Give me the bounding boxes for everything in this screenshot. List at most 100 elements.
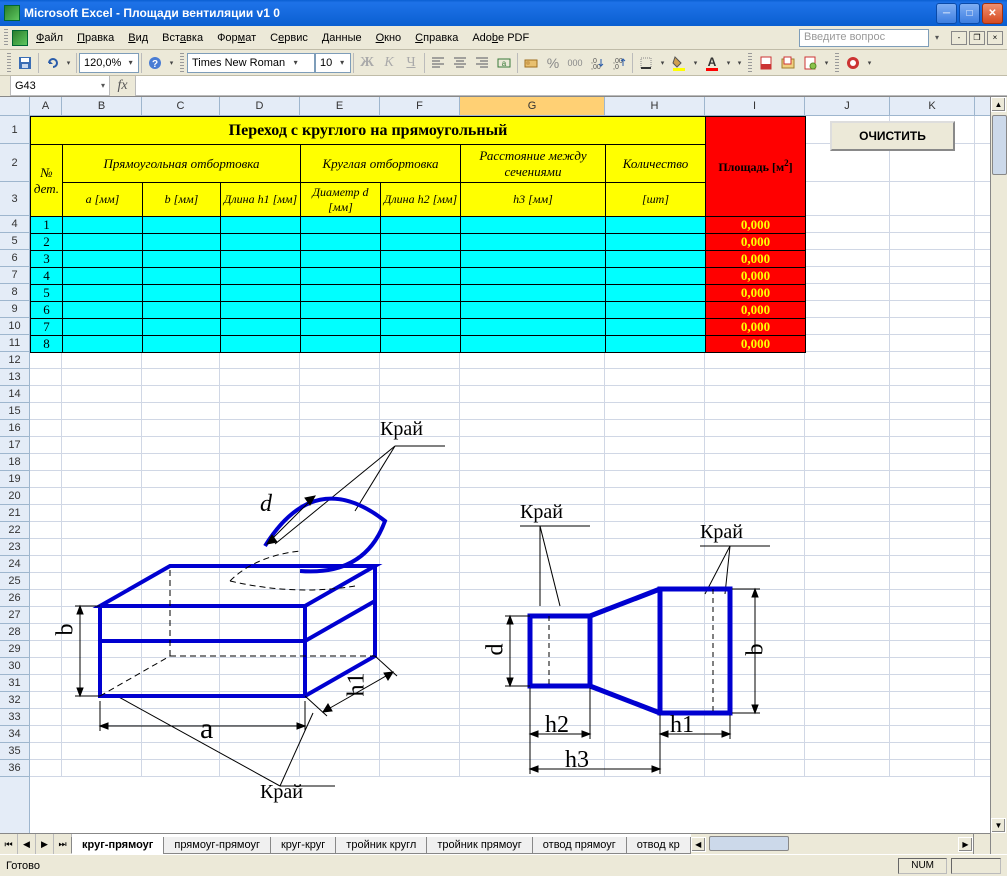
row-header-24[interactable]: 24 [0, 556, 29, 573]
menu-edit[interactable]: Правка [71, 30, 120, 46]
column-header-A[interactable]: A [30, 97, 62, 115]
row-header-26[interactable]: 26 [0, 590, 29, 607]
column-header-G[interactable]: G [460, 97, 605, 115]
row-header-19[interactable]: 19 [0, 471, 29, 488]
help-button[interactable]: ? [144, 52, 166, 74]
row-header-21[interactable]: 21 [0, 505, 29, 522]
menu-tools[interactable]: Сервис [264, 30, 314, 46]
pdf-review-button[interactable] [799, 52, 821, 74]
row-header-16[interactable]: 16 [0, 420, 29, 437]
pdf-convert-button[interactable] [755, 52, 777, 74]
decrease-decimal[interactable]: ,00,0 [608, 52, 630, 74]
toolbar-grip-4[interactable] [835, 53, 839, 73]
column-headers[interactable]: ABCDEFGHIJK [30, 97, 990, 116]
toolbar-grip[interactable] [4, 29, 8, 47]
column-header-C[interactable]: C [142, 97, 220, 115]
tab-next[interactable]: ▶ [36, 834, 54, 854]
sheet-tab-4[interactable]: тройник прямоуг [426, 837, 532, 854]
row-header-33[interactable]: 33 [0, 709, 29, 726]
fx-icon[interactable]: fx [110, 76, 136, 96]
close-button[interactable]: ✕ [982, 3, 1003, 24]
row-header-4[interactable]: 4 [0, 216, 29, 233]
row-header-20[interactable]: 20 [0, 488, 29, 505]
row-header-5[interactable]: 5 [0, 233, 29, 250]
row-header-36[interactable]: 36 [0, 760, 29, 777]
align-left[interactable] [427, 52, 449, 74]
toolbar-options-4[interactable]: ▾ [864, 52, 875, 74]
sheet-tab-2[interactable]: круг-круг [270, 837, 336, 854]
row-header-7[interactable]: 7 [0, 267, 29, 284]
row-header-25[interactable]: 25 [0, 573, 29, 590]
row-header-22[interactable]: 22 [0, 522, 29, 539]
name-box[interactable]: G43▾ [10, 76, 110, 96]
row-header-30[interactable]: 30 [0, 658, 29, 675]
currency-button[interactable] [520, 52, 542, 74]
doc-restore[interactable]: ❐ [969, 31, 985, 45]
increase-decimal[interactable]: ,0,00 [586, 52, 608, 74]
undo-button[interactable] [41, 52, 63, 74]
font-color-dropdown[interactable]: ▾ [723, 52, 734, 74]
row-header-17[interactable]: 17 [0, 437, 29, 454]
align-right[interactable] [471, 52, 493, 74]
row-header-28[interactable]: 28 [0, 624, 29, 641]
row-header-3[interactable]: 3 [0, 182, 29, 216]
menu-help[interactable]: Справка [409, 30, 464, 46]
maximize-button[interactable]: □ [959, 3, 980, 24]
row-header-29[interactable]: 29 [0, 641, 29, 658]
fill-color-button[interactable] [668, 52, 690, 74]
borders-dropdown[interactable]: ▾ [657, 52, 668, 74]
row-header-8[interactable]: 8 [0, 284, 29, 301]
row-header-23[interactable]: 23 [0, 539, 29, 556]
row-header-11[interactable]: 11 [0, 335, 29, 352]
select-all-corner[interactable] [0, 97, 30, 116]
sheet-tab-1[interactable]: прямоуг-прямоуг [163, 837, 271, 854]
ask-dropdown[interactable]: ▾ [931, 33, 943, 42]
font-size-combo[interactable]: 10▾ [315, 53, 351, 73]
pdf-email-button[interactable] [777, 52, 799, 74]
bold-button[interactable]: Ж [356, 52, 378, 74]
menu-file[interactable]: Файл [30, 30, 69, 46]
row-header-27[interactable]: 27 [0, 607, 29, 624]
row-headers[interactable]: 1234567891011121314151617181920212223242… [0, 116, 30, 833]
column-header-H[interactable]: H [605, 97, 705, 115]
toolbar-grip-3[interactable] [748, 53, 752, 73]
row-header-2[interactable]: 2 [0, 144, 29, 182]
snagit-button[interactable] [842, 52, 864, 74]
undo-dropdown[interactable]: ▾ [63, 52, 74, 74]
horizontal-scrollbar[interactable]: ◀ ▶ [691, 834, 973, 854]
vertical-scrollbar[interactable]: ▲ ▼ [990, 97, 1007, 854]
toolbar-options-3[interactable]: ▾ [821, 52, 832, 74]
formula-input[interactable] [136, 76, 1007, 96]
minimize-button[interactable]: ─ [936, 3, 957, 24]
italic-button[interactable]: К [378, 52, 400, 74]
borders-button[interactable] [635, 52, 657, 74]
row-header-13[interactable]: 13 [0, 369, 29, 386]
column-header-I[interactable]: I [705, 97, 805, 115]
row-header-32[interactable]: 32 [0, 692, 29, 709]
row-header-18[interactable]: 18 [0, 454, 29, 471]
save-button[interactable] [14, 52, 36, 74]
column-header-J[interactable]: J [805, 97, 890, 115]
row-header-35[interactable]: 35 [0, 743, 29, 760]
row-header-15[interactable]: 15 [0, 403, 29, 420]
menu-data[interactable]: Данные [316, 30, 368, 46]
sheet-tab-0[interactable]: круг-прямоуг [71, 837, 164, 854]
fill-dropdown[interactable]: ▾ [690, 52, 701, 74]
column-header-F[interactable]: F [380, 97, 460, 115]
menu-format[interactable]: Формат [211, 30, 262, 46]
menu-insert[interactable]: Вставка [156, 30, 209, 46]
sheet-tab-5[interactable]: отвод прямоуг [532, 837, 627, 854]
clear-button[interactable]: ОЧИСТИТЬ [830, 121, 955, 151]
comma-button[interactable]: 000 [564, 52, 586, 74]
tab-prev[interactable]: ◀ [18, 834, 36, 854]
column-header-E[interactable]: E [300, 97, 380, 115]
column-header-K[interactable]: K [890, 97, 975, 115]
sheet-tab-6[interactable]: отвод кр [626, 837, 691, 854]
row-header-34[interactable]: 34 [0, 726, 29, 743]
underline-button[interactable]: Ч [400, 52, 422, 74]
toolbar-grip-1[interactable] [7, 53, 11, 73]
row-header-9[interactable]: 9 [0, 301, 29, 318]
row-header-10[interactable]: 10 [0, 318, 29, 335]
row-header-1[interactable]: 1 [0, 116, 29, 144]
zoom-combo[interactable]: 120,0%▾ [79, 53, 139, 73]
